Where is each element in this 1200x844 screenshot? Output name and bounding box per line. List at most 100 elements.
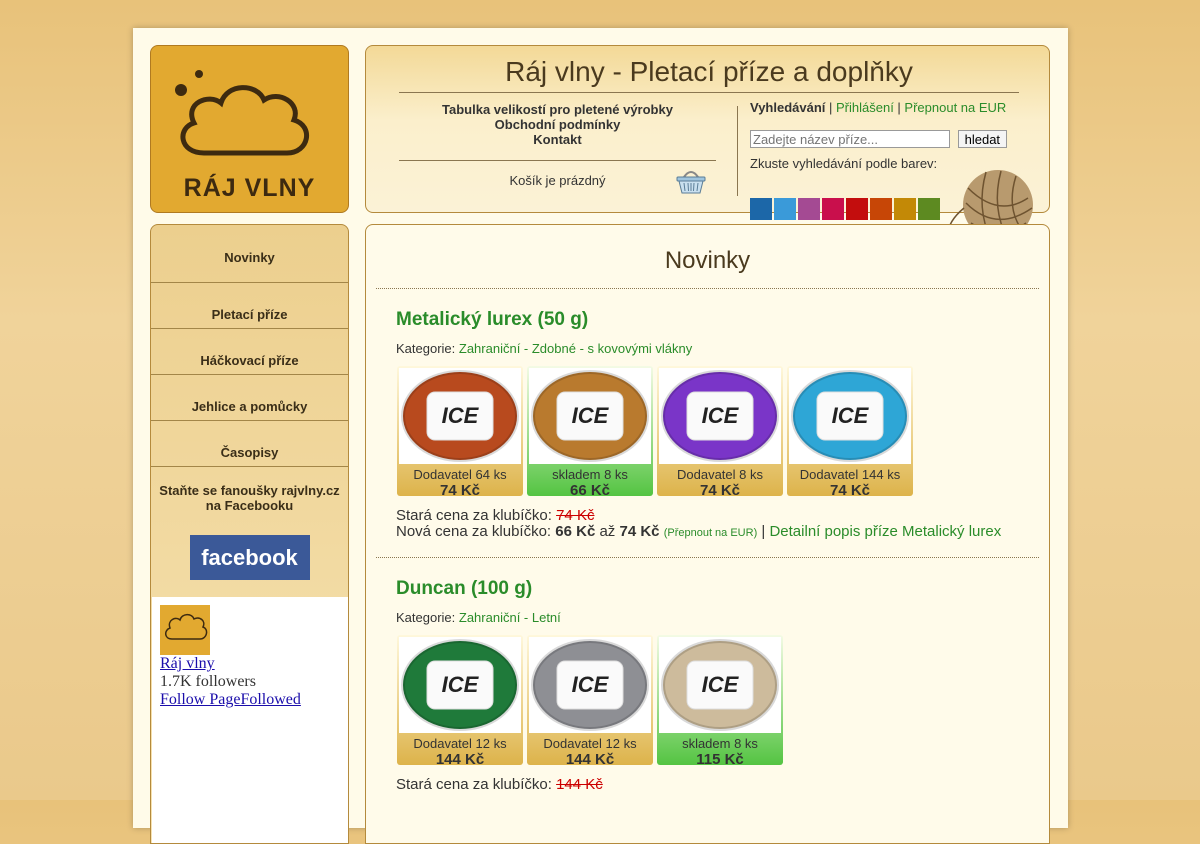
variant-tiles: ICE Dodavatel 64 ks 74 Kč ICE skladem 8 ks 66… — [391, 356, 1024, 496]
color-swatch-light-blue[interactable] — [774, 198, 796, 220]
basket-icon[interactable] — [675, 165, 707, 195]
product-title[interactable]: Duncan (100 g) — [391, 578, 1024, 600]
search-label: Vyhledávání — [750, 100, 826, 115]
new-price-label: Nová cena za klubíčko: — [396, 523, 552, 540]
variant-price: 144 Kč — [565, 751, 615, 765]
stock-info: skladem 8 ks — [682, 736, 758, 751]
color-swatch-red[interactable] — [846, 198, 868, 220]
variant-price: 74 Kč — [829, 482, 871, 496]
facebook-invite-text: Staňte se fanoušky rajvlny.cz na Faceboo… — [159, 483, 340, 513]
logo-text: RÁJ VLNY — [183, 174, 316, 202]
color-swatch-pink[interactable] — [822, 198, 844, 220]
product-category: Kategorie: Zahraniční - Letní — [391, 600, 1024, 625]
category-link[interactable]: Zahraniční - Zdobné - s kovovými vlákny — [459, 341, 692, 356]
page-name-link[interactable]: Ráj vlny — [160, 655, 340, 673]
variant-price: 144 Kč — [435, 751, 485, 765]
size-table-link[interactable]: Tabulka velikostí pro pletené výrobky — [399, 102, 716, 117]
nav-item-hackovaci-prize[interactable]: Háčkovací příze — [151, 329, 348, 375]
facebook-widget: Ráj vlny 1.7K followers Follow PageFollo… — [152, 597, 348, 843]
category-label: Kategorie: — [396, 341, 456, 356]
nav-item-novinky[interactable]: Novinky — [151, 225, 348, 283]
variant-tiles: ICE Dodavatel 12 ks 144 Kč ICE Dodavatel 12 … — [391, 625, 1024, 765]
currency-switch-link[interactable]: (Přepnout na EUR) — [664, 527, 758, 539]
search-input[interactable] — [750, 130, 950, 148]
search-panel: Vyhledávání | Přihlášení | Přepnout na E… — [750, 100, 1040, 220]
stock-info: Dodavatel 8 ks — [677, 467, 763, 482]
header-links: Tabulka velikostí pro pletené výrobky Ob… — [399, 102, 716, 147]
detail-link[interactable]: Detailní popis příze Metalický lurex — [769, 523, 1001, 540]
nav-label: Časopisy — [220, 445, 279, 461]
new-price-to: 74 Kč — [619, 523, 660, 540]
site-title: Ráj vlny - Pletací příze a doplňky — [399, 56, 1019, 93]
color-swatch-green[interactable] — [918, 198, 940, 220]
header-divider — [737, 106, 738, 196]
variant-tile[interactable]: ICE skladem 8 ks 115 Kč — [657, 635, 783, 765]
nav-item-pletaci-prize[interactable]: Pletací příze — [151, 283, 348, 329]
nav-item-casopisy[interactable]: Časopisy — [151, 421, 348, 467]
club-price-info: Stará cena za klubíčko: 74 Kč Nová cena … — [396, 507, 1002, 540]
yarn-ball-image[interactable]: ICE — [659, 637, 781, 733]
svg-text:ICE: ICE — [572, 672, 610, 697]
contact-link[interactable]: Kontakt — [399, 132, 716, 147]
svg-text:ICE: ICE — [442, 672, 480, 697]
variant-tile[interactable]: ICE Dodavatel 64 ks 74 Kč — [397, 366, 523, 496]
yarn-ball-image[interactable]: ICE — [529, 368, 651, 464]
page-avatar[interactable] — [160, 605, 210, 655]
product-title[interactable]: Metalický lurex (50 g) — [391, 309, 1024, 331]
old-price-label: Stará cena za klubíčko: — [396, 776, 552, 793]
search-button[interactable]: hledat — [957, 130, 1008, 148]
stock-info: skladem 8 ks — [552, 467, 628, 482]
cloud-icon — [165, 613, 208, 640]
product-item: Duncan (100 g) Kategorie: Zahraniční - L… — [376, 558, 1039, 809]
nav-label: Jehlice a pomůcky — [191, 399, 308, 415]
color-swatch-yellow[interactable] — [894, 198, 916, 220]
variant-price: 74 Kč — [439, 482, 481, 496]
color-swatch-orange[interactable] — [870, 198, 892, 220]
range-word: až — [599, 523, 616, 540]
stock-info: Dodavatel 144 ks — [799, 467, 901, 482]
variant-tile[interactable]: ICE Dodavatel 12 ks 144 Kč — [527, 635, 653, 765]
variant-tile[interactable]: ICE Dodavatel 144 ks 74 Kč — [787, 366, 913, 496]
color-search-hint: Zkuste vyhledávání podle barev: — [750, 156, 938, 171]
follow-page-link[interactable]: Follow PageFollowed — [160, 691, 340, 709]
terms-link[interactable]: Obchodní podmínky — [399, 117, 716, 132]
product-item: Metalický lurex (50 g) Kategorie: Zahran… — [376, 289, 1039, 558]
followers-count: 1.7K followers — [160, 673, 256, 690]
page-container: RÁJ VLNY Ráj vlny - Pletací příze a dopl… — [133, 28, 1068, 844]
login-link[interactable]: Přihlášení — [836, 100, 894, 115]
category-label: Kategorie: — [396, 610, 456, 625]
old-price: 144 Kč — [556, 776, 603, 793]
nav-label: Pletací příze — [211, 307, 288, 323]
main-content: Novinky Metalický lurex (50 g) Kategorie… — [365, 224, 1050, 844]
yarn-ball-image[interactable]: ICE — [399, 368, 521, 464]
svg-text:ICE: ICE — [442, 403, 480, 428]
yarn-ball-image[interactable]: ICE — [789, 368, 911, 464]
yarn-ball-image[interactable]: ICE — [529, 637, 651, 733]
facebook-button[interactable]: facebook — [189, 535, 310, 580]
color-swatch-purple[interactable] — [798, 198, 820, 220]
nav-label: Háčkovací příze — [200, 353, 299, 369]
sidebar: Novinky Pletací příze Háčkovací příze Je… — [150, 224, 349, 844]
cloud-logo-icon — [175, 70, 310, 156]
variant-price: 74 Kč — [699, 482, 741, 496]
color-swatches — [750, 198, 940, 220]
cart-status: Košík je prázdný — [509, 173, 606, 188]
category-link[interactable]: Zahraniční - Letní — [459, 610, 561, 625]
stock-info: Dodavatel 12 ks — [543, 736, 637, 751]
product-category: Kategorie: Zahraniční - Zdobné - s kovov… — [391, 331, 1024, 356]
svg-text:ICE: ICE — [702, 672, 740, 697]
variant-tile[interactable]: ICE skladem 8 ks 66 Kč — [527, 366, 653, 496]
svg-text:ICE: ICE — [572, 403, 610, 428]
cart[interactable]: Košík je prázdný — [399, 160, 716, 200]
variant-tile[interactable]: ICE Dodavatel 8 ks 74 Kč — [657, 366, 783, 496]
color-swatch-blue[interactable] — [750, 198, 772, 220]
currency-switch-link[interactable]: Přepnout na EUR — [904, 100, 1006, 115]
variant-tile[interactable]: ICE Dodavatel 12 ks 144 Kč — [397, 635, 523, 765]
variant-price: 115 Kč — [696, 751, 744, 765]
new-price-from: 66 Kč — [555, 523, 596, 540]
stock-info: Dodavatel 12 ks — [413, 736, 507, 751]
yarn-ball-image[interactable]: ICE — [659, 368, 781, 464]
nav-item-jehlice[interactable]: Jehlice a pomůcky — [151, 375, 348, 421]
yarn-ball-image[interactable]: ICE — [399, 637, 521, 733]
site-logo[interactable]: RÁJ VLNY — [150, 45, 349, 213]
